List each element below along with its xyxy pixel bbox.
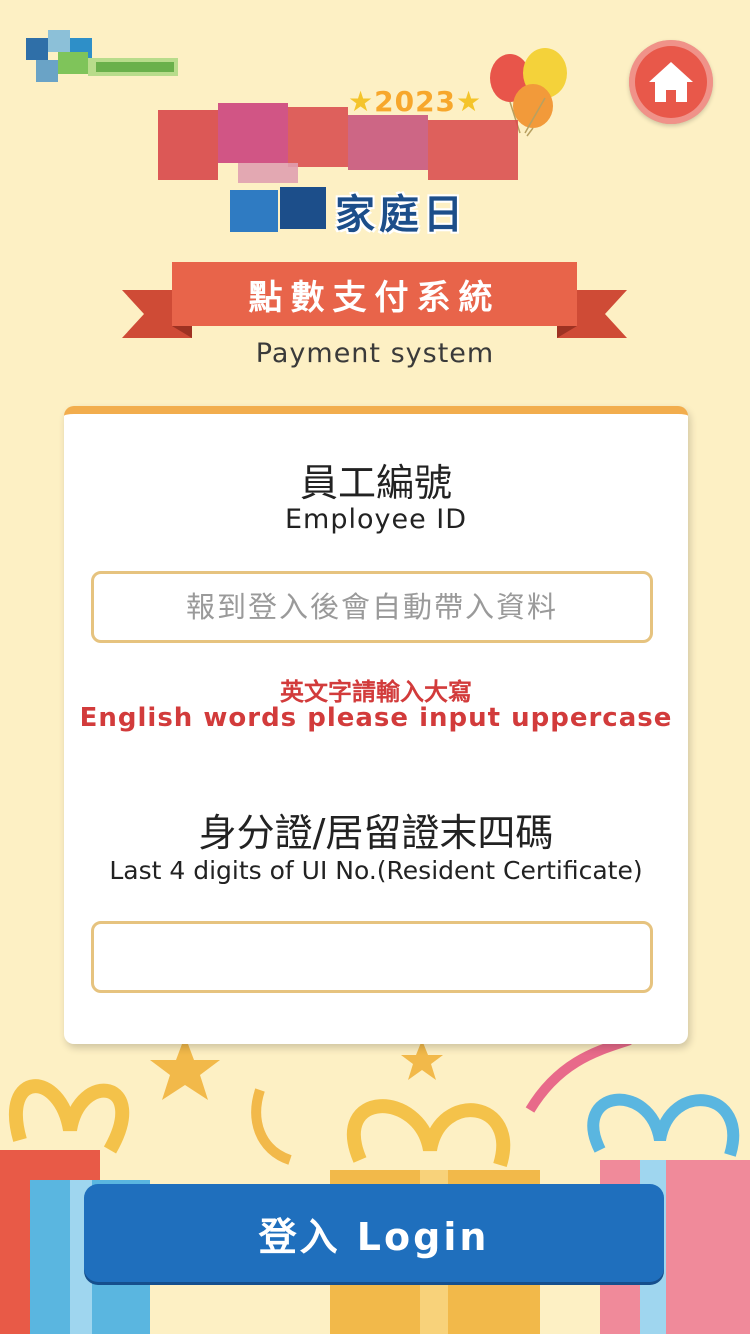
id-digits-label-en: Last 4 digits of UI No.(Resident Certifi… <box>109 856 643 885</box>
employee-id-label-en: Employee ID <box>284 504 468 535</box>
title-ribbon: 點數支付系統 <box>122 260 627 345</box>
id-digits-label: 身分證/居留證末四碼 <box>198 811 554 855</box>
event-year: ★2023★ <box>348 85 483 118</box>
login-button[interactable]: 登入 Login <box>84 1184 664 1282</box>
employee-id-label: 員工編號 <box>299 461 452 505</box>
uppercase-warning-en: English words please input uppercase <box>79 703 673 733</box>
login-card: 員工編號 Employee ID 英文字請輸入大寫 English words … <box>64 406 688 1044</box>
event-family-text: 家庭日 <box>335 192 467 238</box>
event-logo: ★2023★ 家庭日 <box>150 55 570 240</box>
system-title: 點數支付系統 <box>248 277 501 318</box>
system-subtitle: Payment system <box>255 338 495 369</box>
uppercase-warning: 英文字請輸入大寫 <box>280 678 472 706</box>
home-button[interactable] <box>629 40 713 124</box>
employee-id-input[interactable] <box>91 571 653 643</box>
id-digits-input[interactable] <box>91 921 653 993</box>
home-icon <box>649 62 693 102</box>
gift-decoration <box>0 1035 750 1334</box>
